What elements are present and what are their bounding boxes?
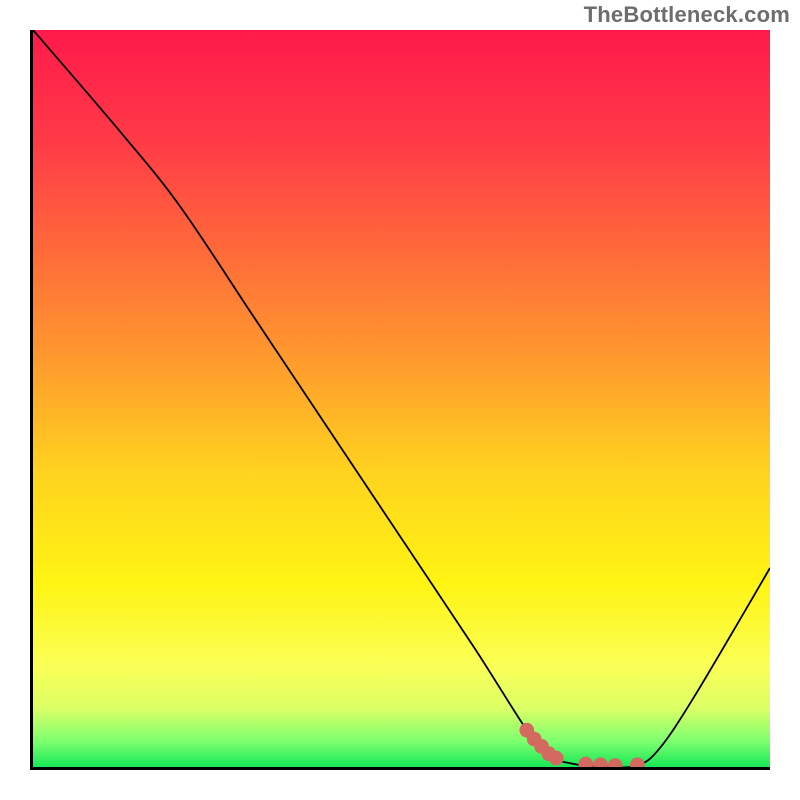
marker-dot [578,757,593,767]
marker-dot [630,757,645,767]
attribution-text: TheBottleneck.com [584,2,790,28]
plot-area [30,30,770,770]
marker-dot [608,758,623,767]
optimal-band-markers [519,723,644,767]
marker-dot [593,757,608,767]
curves-layer [33,30,770,767]
chart-frame: TheBottleneck.com [0,0,800,800]
plot-inner [33,30,770,767]
bottleneck-curve [33,30,770,767]
marker-dot [549,751,564,766]
